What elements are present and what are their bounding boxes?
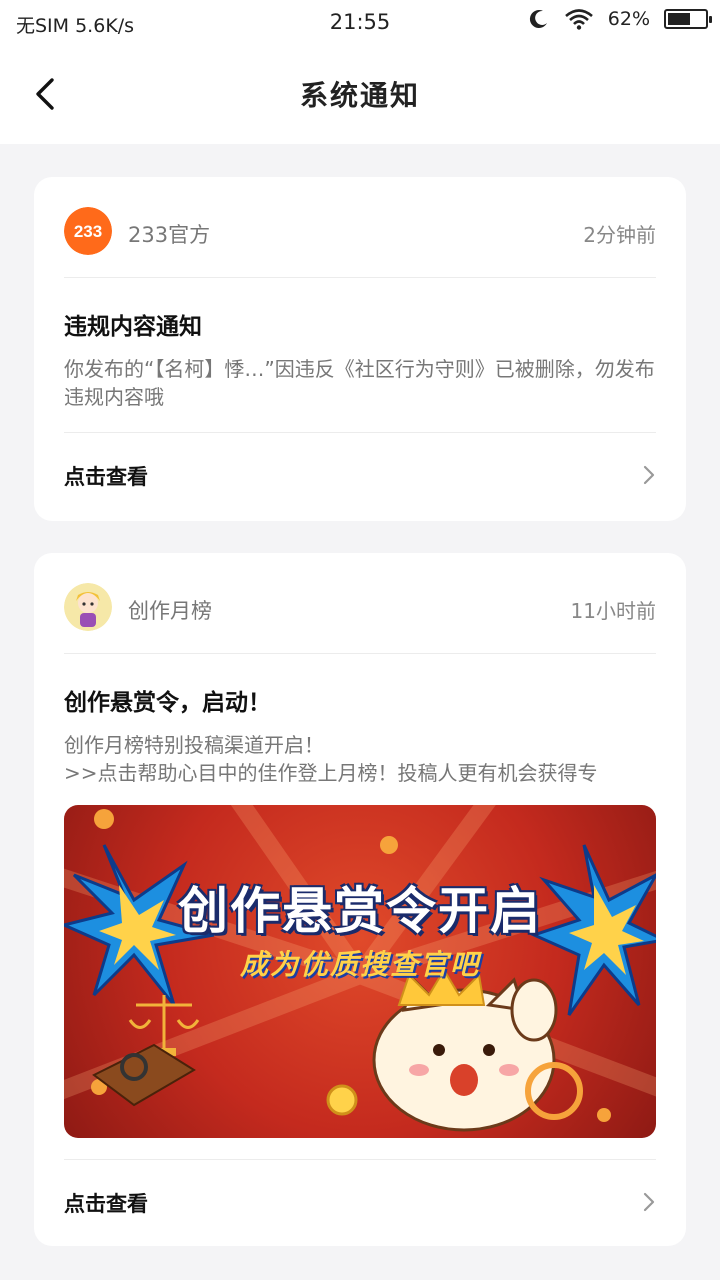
notification-card: 233 233官方 2分钟前 违规内容通知 你发布的“【名柯】悸…”因违反《社区… [34,177,686,521]
avatar: 233 [64,207,112,255]
moon-icon [529,10,547,29]
view-details-row[interactable]: 点击查看 [64,443,656,503]
wifi-icon [564,9,593,30]
title-bar: 系统通知 [0,46,720,144]
divider [64,277,656,278]
chevron-right-icon [643,465,655,485]
avatar-text: 233 [74,222,102,241]
view-details-label: 点击查看 [64,1192,148,1216]
divider [64,432,656,433]
notification-title: 创作悬赏令，启动！ [64,690,271,716]
promo-banner[interactable]: 创作悬赏令开启 成为优质搜查官吧 [64,805,656,1138]
notification-body: 创作月榜特别投稿渠道开启！ >>点击帮助心目中的佳作登上月榜！投稿人更有机会获得… [64,733,598,785]
banner-subtitle: 成为优质搜查官吧 [239,948,480,981]
banner-title: 创作悬赏令开启 [178,882,542,940]
battery-icon [664,9,712,29]
source-name: 创作月榜 [128,599,212,623]
view-details-label: 点击查看 [64,465,148,489]
divider [64,1159,656,1160]
notification-body: 你发布的“【名柯】悸…”因违反《社区行为守则》已被删除，勿发布违规内容哦 [64,357,655,409]
battery-percent: 62% [607,8,650,30]
source-name: 233官方 [128,223,211,247]
timestamp: 11小时前 [570,599,656,623]
timestamp: 2分钟前 [583,223,656,247]
avatar [64,583,112,631]
chevron-right-icon [643,1192,655,1212]
card-header: 创作月榜 11小时前 [64,583,656,633]
status-bar: 无SIM 5.6K/s 21:55 62% [0,0,720,46]
notification-card: 创作月榜 11小时前 创作悬赏令，启动！ 创作月榜特别投稿渠道开启！ >>点击帮… [34,553,686,1246]
notification-title: 违规内容通知 [64,314,202,340]
card-header: 233 233官方 2分钟前 [64,207,656,257]
battery-fill [668,13,691,25]
divider [64,653,656,654]
view-details-row[interactable]: 点击查看 [64,1170,656,1230]
page-title: 系统通知 [299,79,420,112]
